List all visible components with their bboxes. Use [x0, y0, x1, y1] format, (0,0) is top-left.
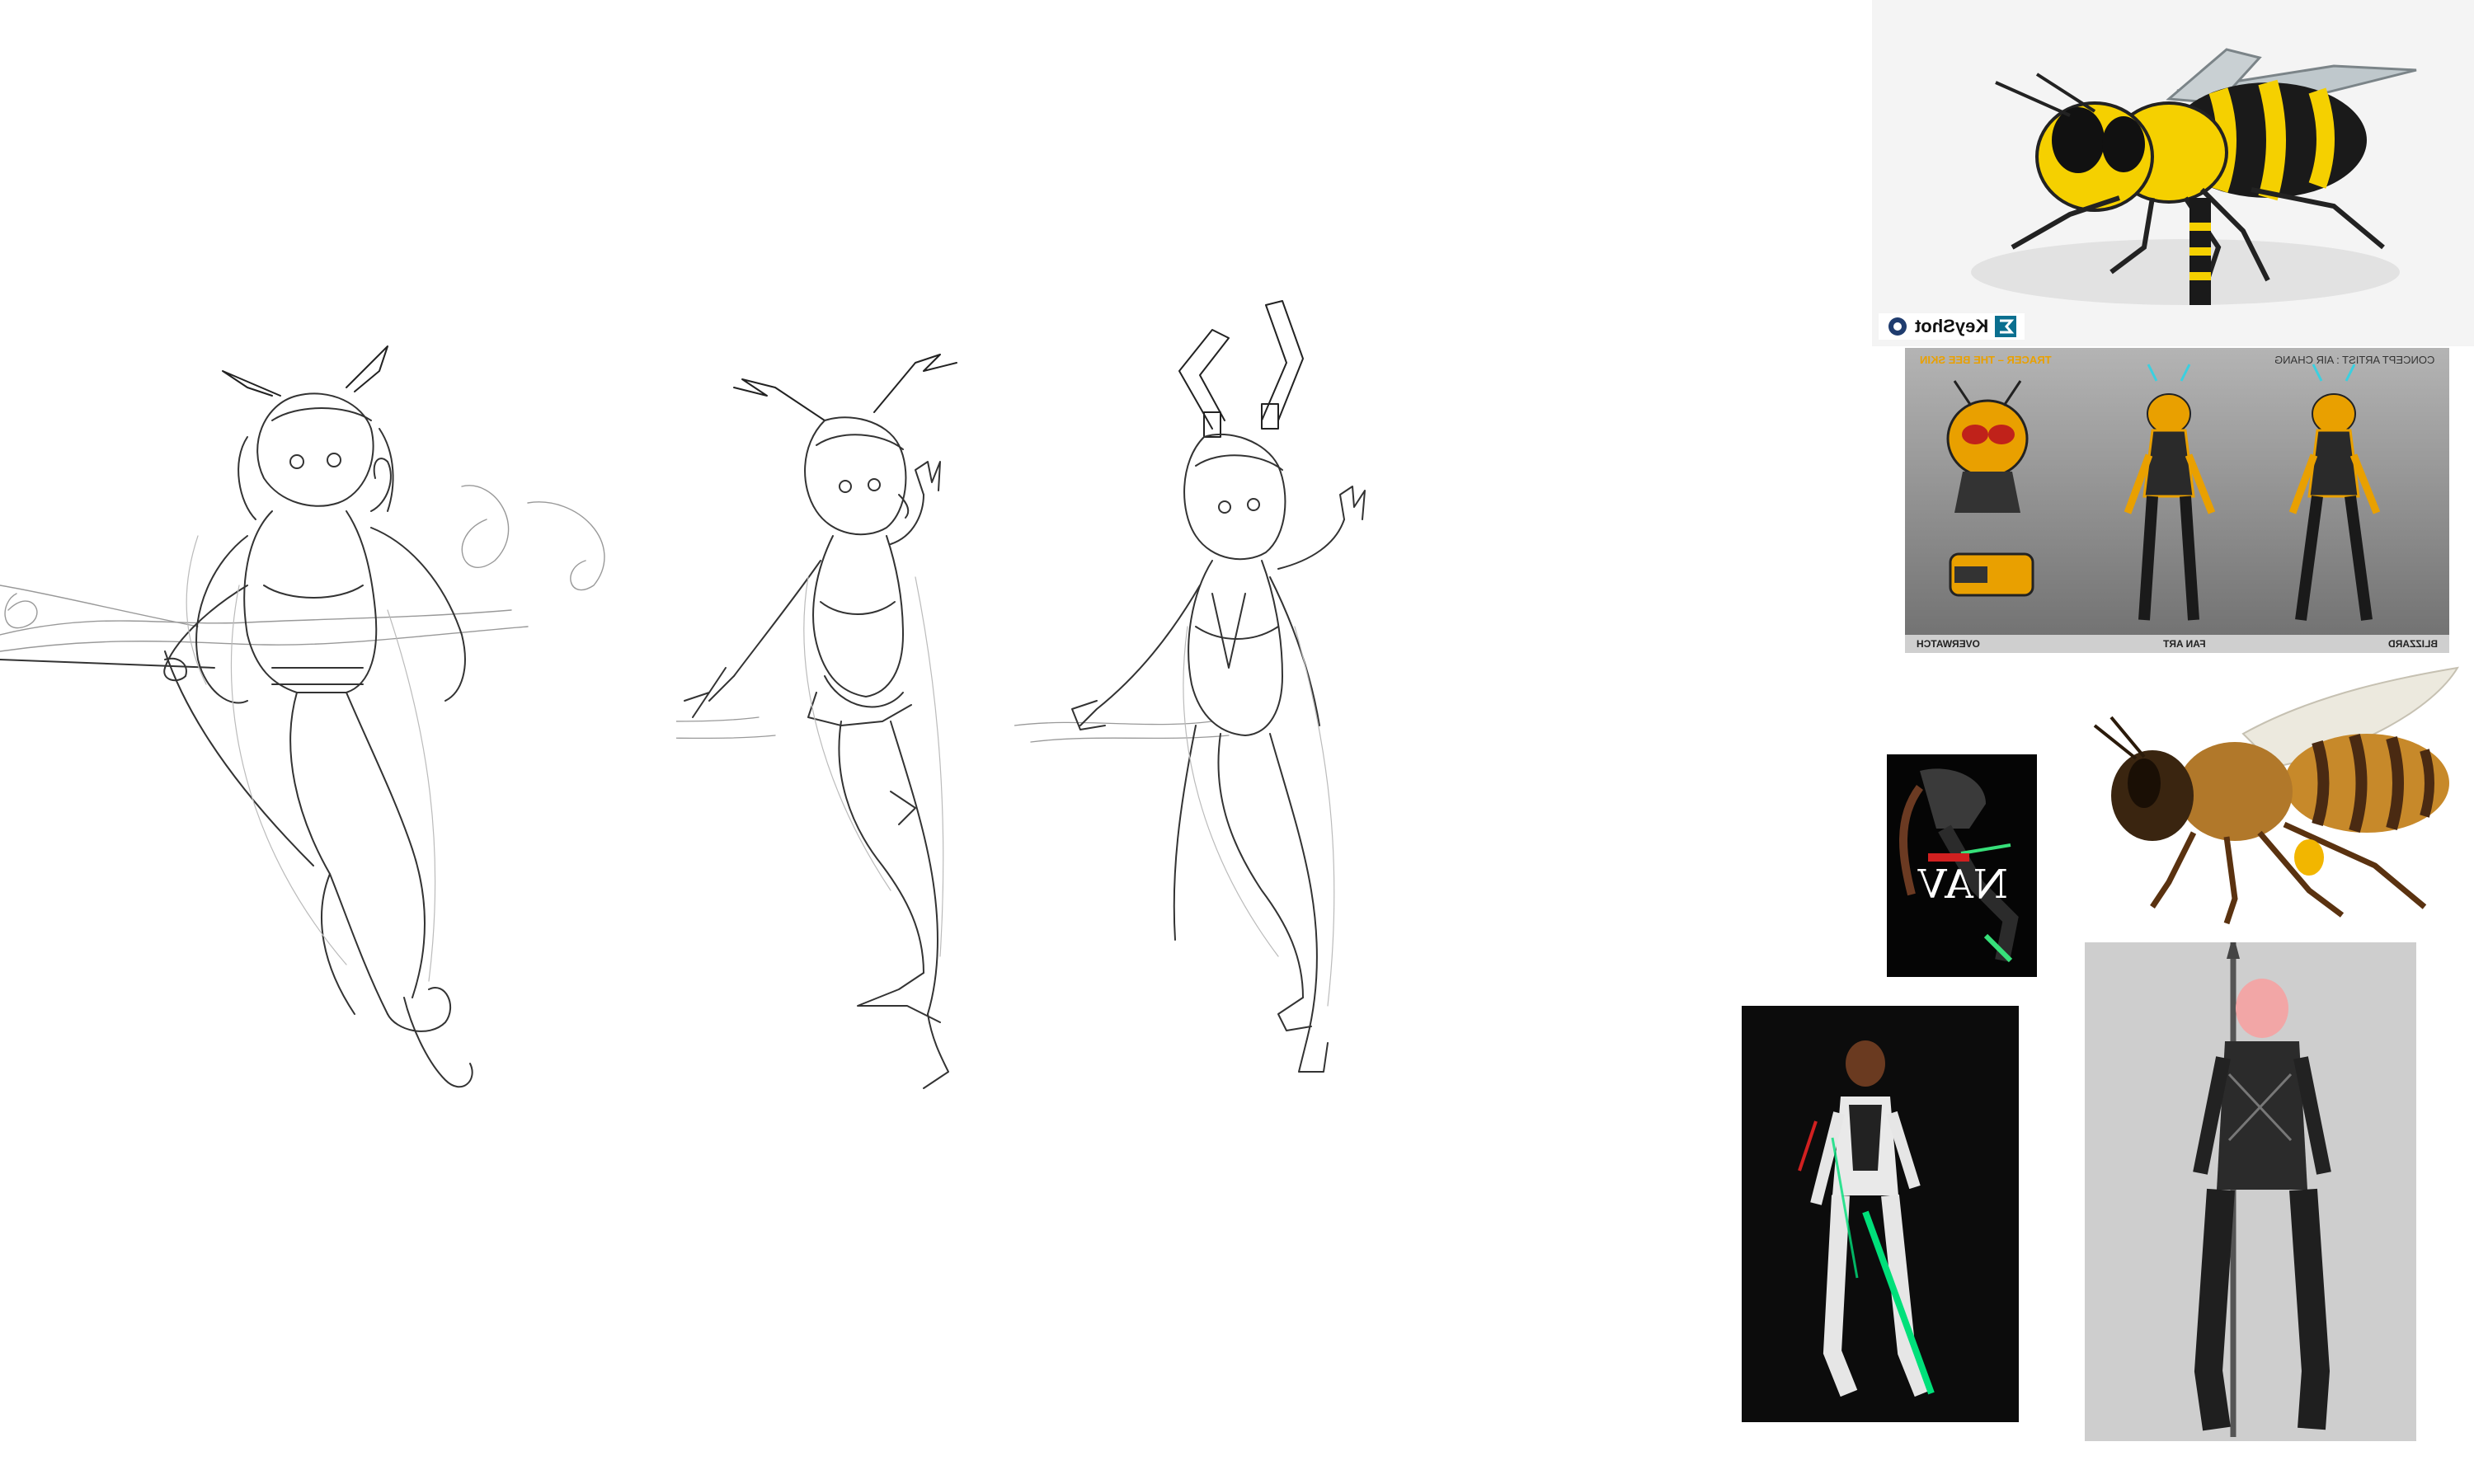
drawing-canvas[interactable]: KeyShot TRACER – THE BEE SKIN CONCEPT AR…	[0, 0, 2474, 1484]
reference-honeybee-photo[interactable]	[2045, 660, 2474, 940]
concept-sheet-header: TRACER – THE BEE SKIN CONCEPT ARTIST : A…	[1905, 348, 2449, 371]
concept-footer-mid: FAN ART	[2162, 638, 2206, 650]
concept-footer-left: BLIZZARD	[2388, 638, 2438, 650]
concept-sheet-artist: CONCEPT ARTIST : AIR CHANG	[2274, 353, 2434, 366]
3dsmax-logo-icon	[1995, 316, 2017, 337]
sketch-bee-girl-v2	[543, 330, 1039, 1121]
keyshot-badge: KeyShot	[1879, 313, 2025, 340]
reference-concept-sheet[interactable]: TRACER – THE BEE SKIN CONCEPT ARTIST : A…	[1905, 348, 2449, 653]
reference-robot-bee-render[interactable]: KeyShot	[1872, 0, 2474, 346]
sketch-bee-girl-v1	[0, 338, 676, 1146]
concept-sheet-title: TRACER – THE BEE SKIN	[1920, 353, 2052, 366]
concept-sheet-footer: OVERWATCH FAN ART BLIZZARD	[1905, 635, 2449, 653]
poster-title: NAV	[1918, 862, 2008, 908]
sketch-bee-girl-v3	[1014, 280, 1526, 1105]
keyshot-logo-icon	[1887, 316, 1908, 337]
concept-footer-right: OVERWATCH	[1917, 638, 1980, 650]
keyshot-label: KeyShot	[1915, 316, 1989, 336]
reference-cosplay-photo-green[interactable]	[1742, 1006, 2019, 1422]
reference-cosplay-photo-spear[interactable]	[2085, 942, 2416, 1441]
reference-poster[interactable]: NAV	[1887, 754, 2037, 977]
